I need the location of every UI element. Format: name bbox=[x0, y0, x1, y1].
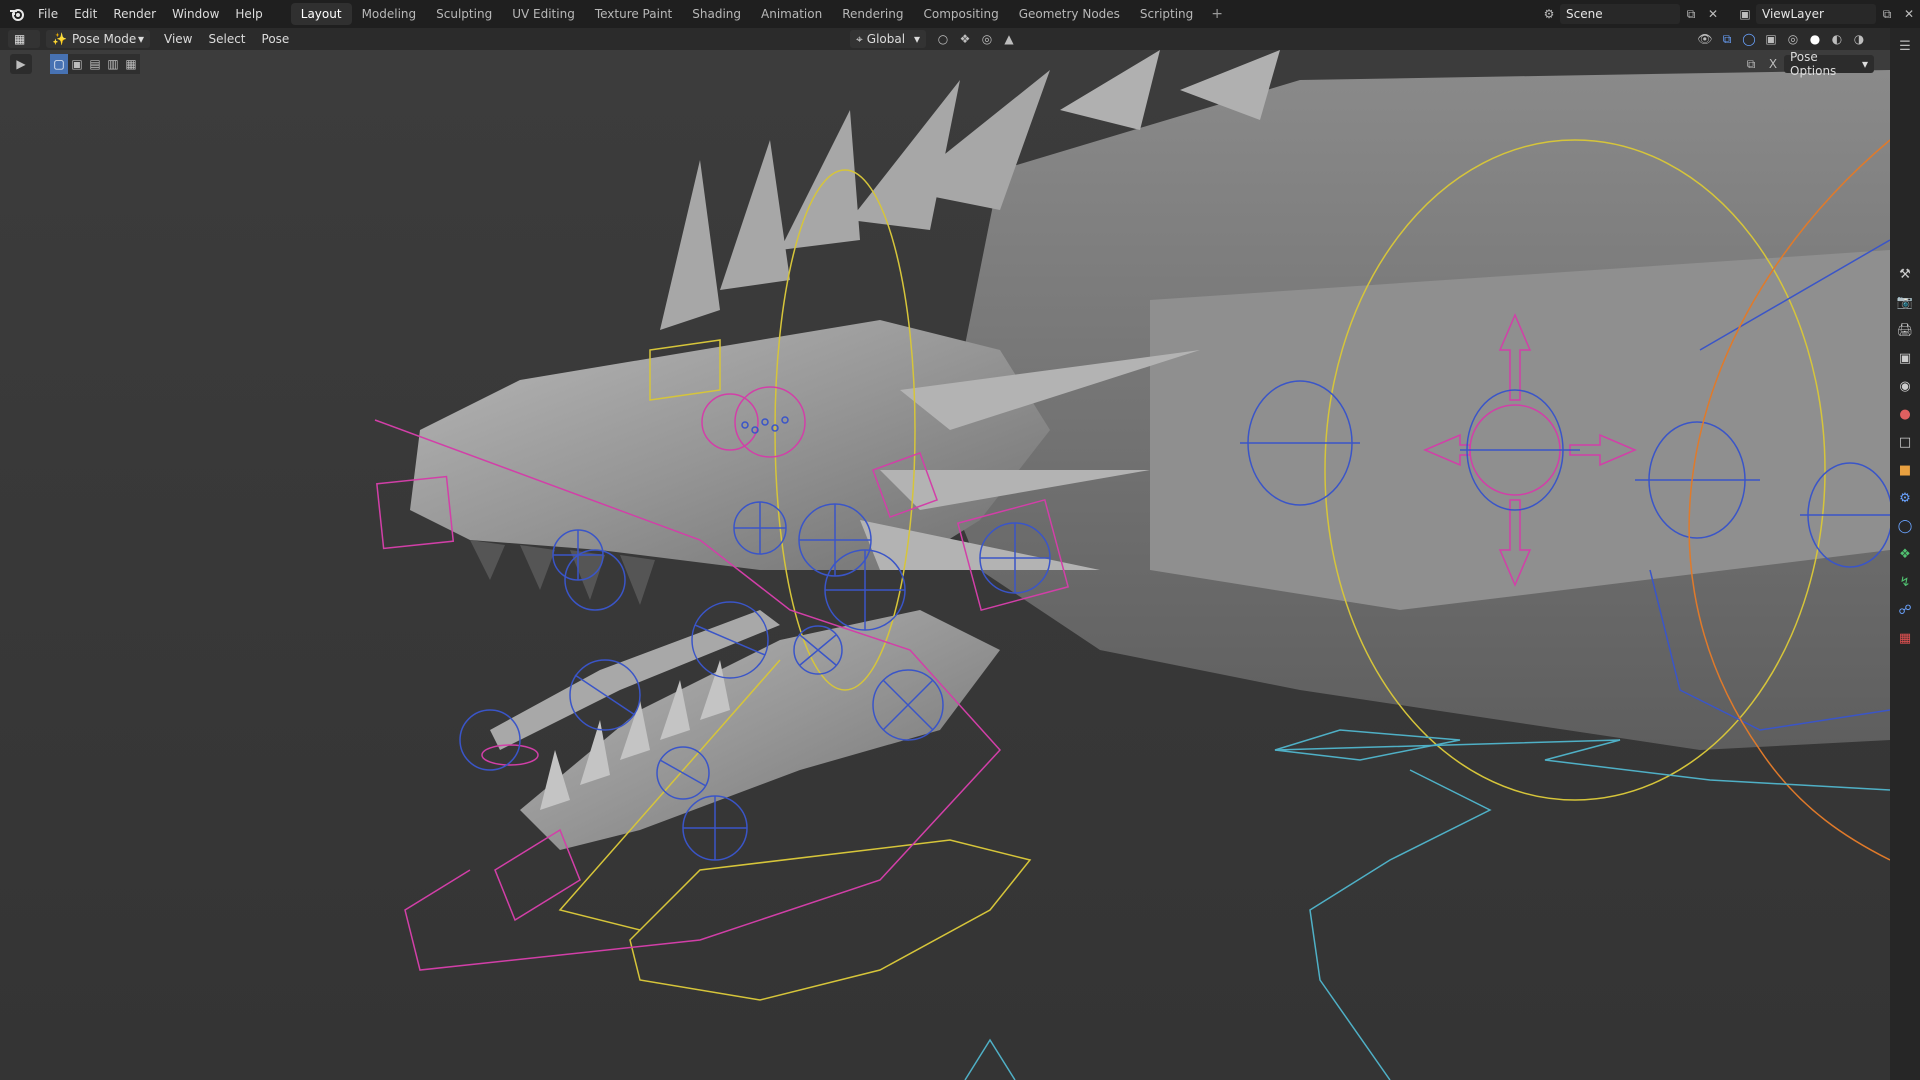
chevron-down-icon: ▾ bbox=[137, 32, 144, 46]
top-right-controls: ⚙ Scene ⧉ ✕ ▣ ViewLayer ⧉ ✕ bbox=[1538, 0, 1920, 28]
select-subtract-icon[interactable]: ▤ bbox=[86, 54, 104, 74]
xray-icon[interactable]: ▣ bbox=[1760, 29, 1782, 49]
x-axis-icon[interactable]: X bbox=[1762, 54, 1784, 74]
orientation-icon: ⌖ bbox=[856, 31, 863, 46]
new-viewlayer-icon[interactable]: ⧉ bbox=[1876, 4, 1898, 24]
render-icon[interactable]: 📷 bbox=[1890, 288, 1920, 316]
menu-select[interactable]: Select bbox=[200, 32, 253, 46]
collection-icon[interactable]: □ bbox=[1890, 428, 1920, 456]
world-icon[interactable]: ● bbox=[1890, 400, 1920, 428]
viewlayer-name: ViewLayer bbox=[1762, 7, 1824, 21]
data-icon[interactable]: ❖ bbox=[1890, 540, 1920, 568]
bone-constraint-icon[interactable]: ☍ bbox=[1890, 596, 1920, 624]
menu-window[interactable]: Window bbox=[164, 0, 227, 28]
menu-render[interactable]: Render bbox=[105, 0, 164, 28]
tab-modeling[interactable]: Modeling bbox=[352, 3, 427, 25]
tool-icon[interactable]: ⚒ bbox=[1890, 260, 1920, 288]
mode-dropdown[interactable]: ✨ Pose Mode ▾ bbox=[46, 30, 150, 48]
scene-selector-icon[interactable]: ⚙ bbox=[1538, 4, 1560, 24]
modifier-icon[interactable]: ⚙ bbox=[1890, 484, 1920, 512]
viewport-display-controls: 👁 ⧉ ◯ ▣ ◎ ● ◐ ◑ bbox=[1694, 29, 1870, 49]
scene-render bbox=[0, 50, 1890, 1080]
tab-compositing[interactable]: Compositing bbox=[913, 3, 1008, 25]
texture-icon[interactable]: ▦ bbox=[1890, 624, 1920, 652]
tab-rendering[interactable]: Rendering bbox=[832, 3, 913, 25]
pose-options-area: ⧉ X Pose Options ▾ bbox=[1740, 50, 1880, 78]
pose-options-label: Pose Options bbox=[1790, 50, 1837, 78]
viewport-header: ▦ ✨ Pose Mode ▾ View Select Pose ⌖ Globa… bbox=[0, 28, 1890, 50]
workspace-tabs: Layout Modeling Sculpting UV Editing Tex… bbox=[290, 0, 1231, 28]
tab-texture-paint[interactable]: Texture Paint bbox=[585, 3, 682, 25]
add-workspace-button[interactable]: + bbox=[1203, 6, 1231, 22]
view-layer-icon[interactable]: ▣ bbox=[1890, 344, 1920, 372]
main-menu: File Edit Render Window Help bbox=[30, 0, 271, 28]
delete-scene-icon[interactable]: ✕ bbox=[1702, 4, 1724, 24]
blender-logo-icon[interactable] bbox=[4, 0, 30, 28]
chevron-down-icon: ▾ bbox=[1861, 57, 1868, 71]
select-intersect-icon[interactable]: ▦ bbox=[122, 54, 140, 74]
editor-type-icon: ▦ bbox=[14, 32, 26, 46]
tab-geometry-nodes[interactable]: Geometry Nodes bbox=[1009, 3, 1130, 25]
properties-tabs: ☰ ⚒ 📷 🖨 ▣ ◉ ● □ ■ ⚙ ◯ ❖ ↯ ☍ ▦ bbox=[1890, 28, 1920, 1080]
chevron-down-icon: ▾ bbox=[913, 32, 920, 46]
delete-viewlayer-icon[interactable]: ✕ bbox=[1898, 4, 1920, 24]
mirror-icon[interactable]: ⧉ bbox=[1740, 54, 1762, 74]
pose-options-dropdown[interactable]: Pose Options ▾ bbox=[1784, 50, 1874, 78]
shading-solid-icon[interactable]: ● bbox=[1804, 29, 1826, 49]
viewport-tool-settings: ▶ ▢ ▣ ▤ ▥ ▦ ⧉ X Pose Options ▾ bbox=[0, 50, 1890, 78]
shading-wireframe-icon[interactable]: ◎ bbox=[1782, 29, 1804, 49]
menu-view[interactable]: View bbox=[156, 32, 200, 46]
gizmo-icon[interactable]: ⧉ bbox=[1716, 29, 1738, 49]
scene-icon[interactable]: ◉ bbox=[1890, 372, 1920, 400]
editor-type-dropdown[interactable]: ▦ bbox=[8, 30, 40, 48]
tab-scripting[interactable]: Scripting bbox=[1130, 3, 1203, 25]
object-icon[interactable]: ■ bbox=[1890, 456, 1920, 484]
tab-animation[interactable]: Animation bbox=[751, 3, 832, 25]
menu-file[interactable]: File bbox=[30, 0, 66, 28]
tab-shading[interactable]: Shading bbox=[682, 3, 751, 25]
scene-name-field[interactable]: Scene bbox=[1560, 4, 1680, 24]
new-scene-icon[interactable]: ⧉ bbox=[1680, 4, 1702, 24]
autokey-icon[interactable]: ▲ bbox=[998, 29, 1020, 49]
shading-rendered-icon[interactable]: ◑ bbox=[1848, 29, 1870, 49]
tab-uv-editing[interactable]: UV Editing bbox=[502, 3, 585, 25]
transform-orientation-dropdown[interactable]: ⌖ Global ▾ bbox=[850, 30, 926, 48]
pivot-point-icon[interactable]: ○ bbox=[932, 29, 954, 49]
select-tool-icon[interactable]: ▶ bbox=[10, 54, 32, 74]
top-bar: File Edit Render Window Help Layout Mode… bbox=[0, 0, 1920, 28]
select-extend-icon[interactable]: ▣ bbox=[68, 54, 86, 74]
overlays-icon[interactable]: ◯ bbox=[1738, 29, 1760, 49]
viewlayer-selector-icon[interactable]: ▣ bbox=[1734, 4, 1756, 24]
menu-pose[interactable]: Pose bbox=[254, 32, 298, 46]
mode-label: Pose Mode bbox=[71, 32, 137, 46]
bone-icon[interactable]: ↯ bbox=[1890, 568, 1920, 596]
scene-name: Scene bbox=[1566, 7, 1603, 21]
outliner-toggle-icon[interactable]: ☰ bbox=[1890, 32, 1920, 60]
physics-icon[interactable]: ◯ bbox=[1890, 512, 1920, 540]
menu-edit[interactable]: Edit bbox=[66, 0, 105, 28]
tab-sculpting[interactable]: Sculpting bbox=[426, 3, 502, 25]
output-icon[interactable]: 🖨 bbox=[1890, 316, 1920, 344]
proportional-edit-icon[interactable]: ◎ bbox=[976, 29, 998, 49]
select-invert-icon[interactable]: ▥ bbox=[104, 54, 122, 74]
viewlayer-name-field[interactable]: ViewLayer bbox=[1756, 4, 1876, 24]
snap-icon[interactable]: ❖ bbox=[954, 29, 976, 49]
tab-layout[interactable]: Layout bbox=[290, 3, 352, 25]
orientation-label: Global bbox=[866, 32, 906, 46]
visibility-icon[interactable]: 👁 bbox=[1694, 29, 1716, 49]
transform-controls: ⌖ Global ▾ ○ ❖ ◎ ▲ bbox=[850, 29, 1020, 49]
3d-viewport[interactable] bbox=[0, 50, 1890, 1080]
select-new-icon[interactable]: ▢ bbox=[50, 54, 68, 74]
menu-help[interactable]: Help bbox=[227, 0, 270, 28]
pose-mode-icon: ✨ bbox=[52, 32, 67, 46]
shading-material-icon[interactable]: ◐ bbox=[1826, 29, 1848, 49]
selection-mode-buttons: ▢ ▣ ▤ ▥ ▦ bbox=[50, 54, 140, 74]
